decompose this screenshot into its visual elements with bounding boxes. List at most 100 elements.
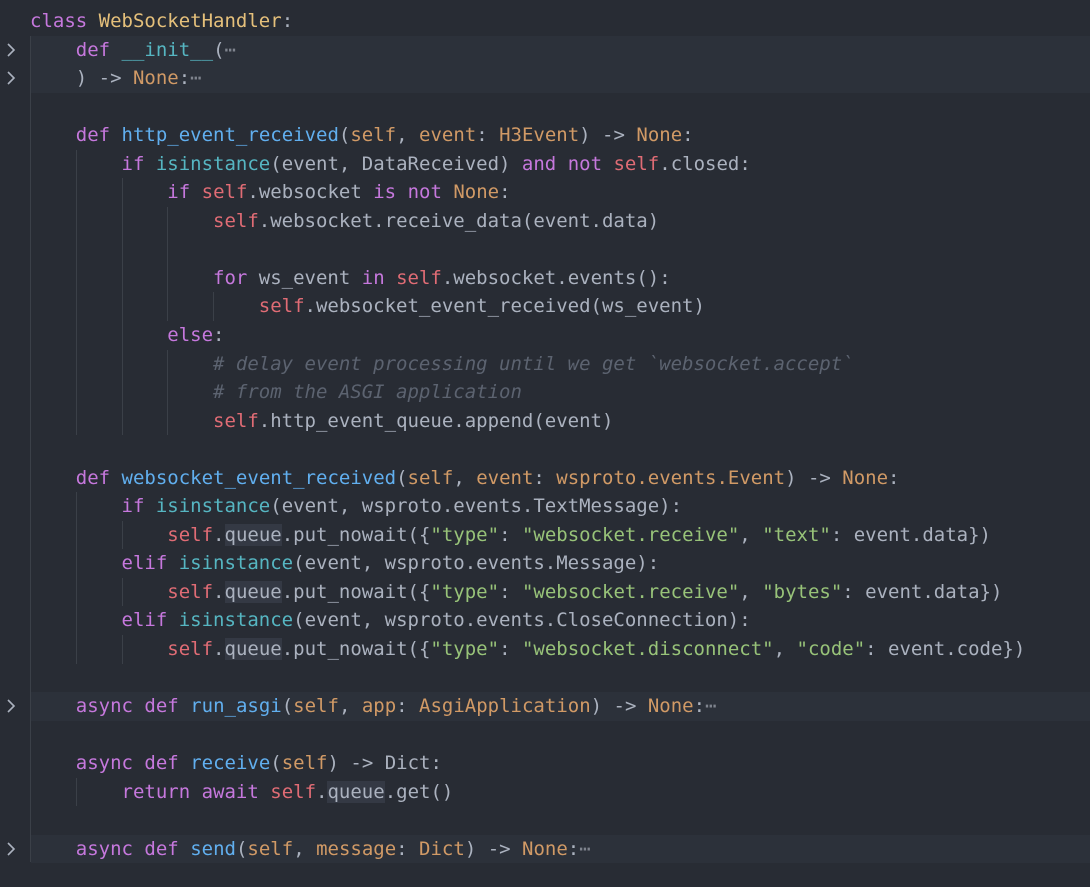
code-token-keyword: in — [361, 266, 385, 289]
fold-ellipsis[interactable]: ⋯ — [225, 39, 236, 61]
code-text: def websocket_event_received(self, event… — [30, 464, 900, 493]
code-token-highlight: queue — [327, 780, 385, 803]
code-line[interactable]: class WebSocketHandler: — [0, 7, 1090, 36]
code-line[interactable]: elif isinstance(event, wsproto.events.Me… — [0, 549, 1090, 578]
code-line[interactable]: async def receive(self) -> Dict: — [0, 749, 1090, 778]
code-token-self: self — [613, 152, 660, 175]
code-token-string: "text" — [762, 523, 831, 546]
folded-code-line[interactable]: ) -> None:⋯ — [0, 64, 1090, 93]
code-text: self.websocket_event_received(ws_event) — [30, 292, 705, 321]
code-line[interactable]: def websocket_event_received(self, event… — [0, 464, 1090, 493]
code-token-text: : — [499, 580, 522, 603]
code-line[interactable]: else: — [0, 321, 1090, 350]
chevron-right-icon[interactable] — [5, 692, 21, 724]
code-token-text: ( — [396, 466, 408, 489]
code-text: async def run_asgi(self, app: AsgiApplic… — [30, 692, 717, 721]
code-line[interactable] — [0, 721, 1090, 750]
code-token-text: : event.data}) — [842, 580, 1003, 603]
code-token-self: self — [270, 780, 317, 803]
code-line[interactable] — [0, 664, 1090, 693]
code-line[interactable] — [0, 235, 1090, 264]
code-text: return await self.queue.get() — [30, 778, 453, 807]
code-token-text: ( — [270, 752, 282, 775]
code-token-text: .websocket.events(): — [441, 266, 671, 289]
code-token-text: ) -> — [464, 837, 523, 860]
folded-code-line[interactable]: async def run_asgi(self, app: AsgiApplic… — [0, 692, 1090, 721]
code-line[interactable]: self.queue.put_nowait({"type": "websocke… — [0, 635, 1090, 664]
code-line[interactable]: if isinstance(event, wsproto.events.Text… — [0, 492, 1090, 521]
code-text: self.http_event_queue.append(event) — [30, 407, 613, 436]
fold-ellipsis[interactable]: ⋯ — [579, 838, 590, 860]
code-line[interactable]: self.websocket.receive_data(event.data) — [0, 206, 1090, 236]
code-line[interactable]: def http_event_received(self, event: H3E… — [0, 121, 1090, 150]
code-token-keyword: if — [167, 181, 191, 204]
code-text: if isinstance(event, wsproto.events.Text… — [30, 492, 683, 521]
code-line[interactable]: self.http_event_queue.append(event) — [0, 406, 1090, 436]
code-token-text: , — [293, 837, 317, 860]
fold-ellipsis[interactable]: ⋯ — [705, 695, 716, 717]
chevron-right-icon[interactable] — [5, 64, 21, 96]
code-token-param: None — [842, 466, 889, 489]
code-token-keyword: not — [567, 152, 603, 175]
code-token-text: : — [213, 324, 225, 347]
code-line[interactable]: # from the ASGI application — [0, 378, 1090, 407]
code-token-text: : — [396, 695, 420, 718]
code-token-keyword: is — [373, 181, 397, 204]
code-line[interactable]: elif isinstance(event, wsproto.events.Cl… — [0, 606, 1090, 636]
code-token-keyword: if — [121, 495, 145, 518]
fold-ellipsis[interactable]: ⋯ — [190, 67, 201, 89]
code-token-keyword: def — [144, 752, 179, 775]
code-editor[interactable]: class WebSocketHandler: def __init__(⋯ )… — [0, 7, 1090, 867]
code-token-builtin: __init__ — [121, 38, 214, 61]
code-token-builtin: isinstance — [178, 552, 294, 575]
code-token-function: websocket_event_received — [121, 466, 397, 489]
code-token-text: : — [281, 10, 294, 32]
code-token-comment: # delay event processing until we get `w… — [213, 352, 854, 375]
code-token-keyword: and — [521, 152, 557, 175]
code-line[interactable]: if self.websocket is not None: — [0, 178, 1090, 207]
code-token-text: ( — [281, 695, 294, 718]
code-line[interactable]: # delay event processing until we get `w… — [0, 349, 1090, 379]
folded-code-line[interactable]: def __init__(⋯ — [0, 35, 1090, 68]
code-text: if isinstance(event, DataReceived) and n… — [30, 150, 751, 179]
code-line[interactable]: self.websocket_event_received(ws_event) — [0, 292, 1090, 322]
code-line[interactable]: for ws_event in self.websocket.events(): — [0, 263, 1090, 293]
code-line[interactable] — [0, 435, 1090, 464]
code-token-text: ) -> — [785, 466, 843, 489]
code-token-param: Dict — [419, 837, 465, 860]
code-token-text: , — [739, 523, 763, 546]
code-token-param: self — [293, 695, 339, 718]
code-token-function: send — [190, 837, 236, 860]
code-token-param: event — [476, 466, 534, 489]
code-line[interactable]: if isinstance(event, DataReceived) and n… — [0, 149, 1090, 179]
code-token-text: ) -> — [590, 695, 648, 718]
code-text: def __init__(⋯ — [30, 36, 236, 65]
code-line[interactable]: self.queue.put_nowait({"type": "websocke… — [0, 520, 1090, 550]
code-line[interactable]: self.queue.put_nowait({"type": "websocke… — [0, 577, 1090, 607]
code-token-keyword: return — [121, 780, 191, 803]
chevron-right-icon[interactable] — [5, 835, 21, 867]
code-token-keyword: async — [75, 752, 133, 775]
code-line[interactable]: return await self.queue.get() — [0, 777, 1090, 807]
code-token-text: , — [396, 124, 419, 147]
code-text — [30, 235, 213, 264]
code-token-param: AsgiApplication — [419, 695, 591, 718]
code-token-string: "type" — [430, 580, 500, 603]
code-text: # from the ASGI application — [30, 378, 522, 407]
code-token-text: : — [888, 466, 900, 489]
code-token-keyword: elif — [121, 552, 168, 575]
code-line[interactable] — [0, 93, 1090, 122]
code-token-text: : — [499, 638, 522, 661]
folded-code-line[interactable]: async def send(self, message: Dict) -> N… — [0, 834, 1090, 867]
code-line[interactable] — [0, 806, 1090, 835]
code-token-keyword: class — [30, 10, 88, 32]
chevron-right-icon[interactable] — [5, 36, 21, 68]
code-token-keyword: def — [144, 695, 179, 718]
